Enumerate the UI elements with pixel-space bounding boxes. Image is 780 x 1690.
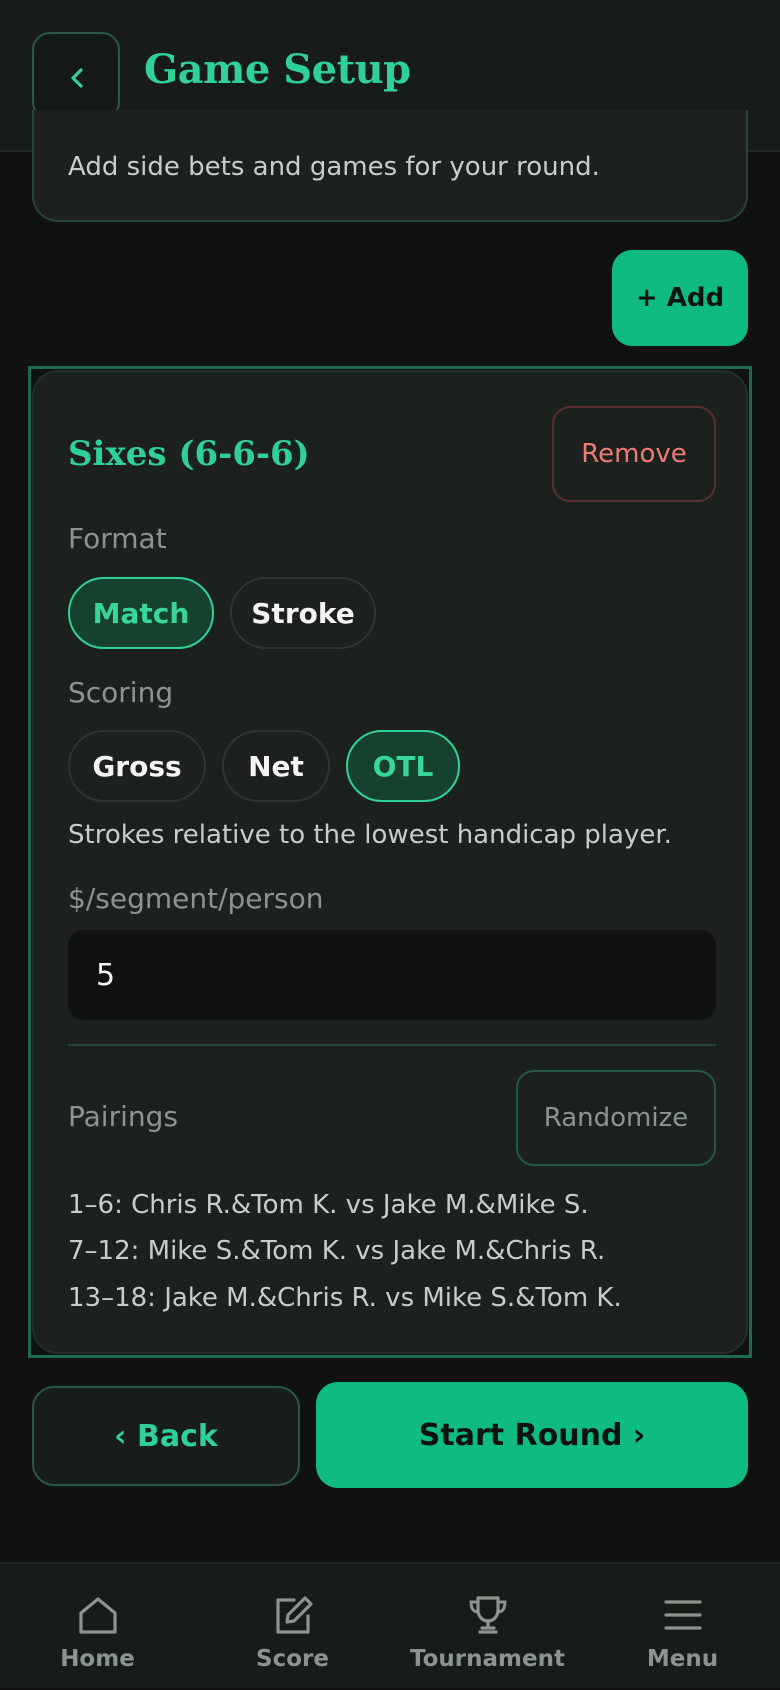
remove-game-button[interactable]: Remove xyxy=(552,406,716,502)
start-round-button[interactable]: Start Round › xyxy=(316,1382,748,1488)
pairings-label: Pairings xyxy=(68,1100,178,1133)
format-option-stroke[interactable]: Stroke xyxy=(230,577,376,649)
format-option-match[interactable]: Match xyxy=(68,577,214,649)
menu-icon xyxy=(664,1600,702,1630)
intro-text: Add side bets and games for your round. xyxy=(68,152,600,182)
game-title: Sixes (6-6-6) xyxy=(68,434,310,474)
intro-card: Add side bets and games for your round. xyxy=(32,110,748,222)
home-icon xyxy=(79,1597,117,1634)
amount-input[interactable] xyxy=(68,930,716,1020)
divider xyxy=(68,1044,716,1046)
tab-tournament[interactable]: Tournament xyxy=(390,1564,585,1690)
tab-menu[interactable]: Menu xyxy=(585,1564,780,1690)
scoring-option-net[interactable]: Net xyxy=(222,730,330,802)
tab-home[interactable]: Home xyxy=(0,1564,195,1690)
back-button[interactable]: ‹ Back xyxy=(32,1386,300,1486)
tab-label: Tournament xyxy=(410,1646,565,1672)
tab-label: Home xyxy=(60,1646,135,1672)
add-game-button[interactable]: + Add xyxy=(612,250,748,346)
scoring-option-otl[interactable]: OTL xyxy=(346,730,460,802)
trophy-icon xyxy=(469,1596,507,1634)
game-card: Sixes (6-6-6) Remove Format Match Stroke… xyxy=(32,370,748,1354)
pairing-row: 13–18: Jake M.&Chris R. vs Mike S.&Tom K… xyxy=(68,1283,622,1313)
edit-icon xyxy=(276,1596,313,1634)
pairing-row: 7–12: Mike S.&Tom K. vs Jake M.&Chris R. xyxy=(68,1236,606,1266)
tab-label: Menu xyxy=(646,1646,719,1672)
scoring-label: Scoring xyxy=(68,676,174,709)
format-label: Format xyxy=(68,522,167,555)
chevron-left-icon xyxy=(71,68,83,88)
bottom-tab-bar: Home Score Tournament Menu xyxy=(0,1562,780,1688)
scoring-help-text: Strokes relative to the lowest handicap … xyxy=(68,820,672,850)
randomize-button[interactable]: Randomize xyxy=(516,1070,716,1166)
page-title: Game Setup xyxy=(144,46,411,93)
scoring-option-gross[interactable]: Gross xyxy=(68,730,206,802)
header-back-button[interactable] xyxy=(32,32,120,120)
tab-label: Score xyxy=(256,1646,329,1672)
amount-label: $/segment/person xyxy=(68,882,324,915)
pairing-row: 1–6: Chris R.&Tom K. vs Jake M.&Mike S. xyxy=(68,1190,589,1220)
tab-score[interactable]: Score xyxy=(195,1564,390,1690)
